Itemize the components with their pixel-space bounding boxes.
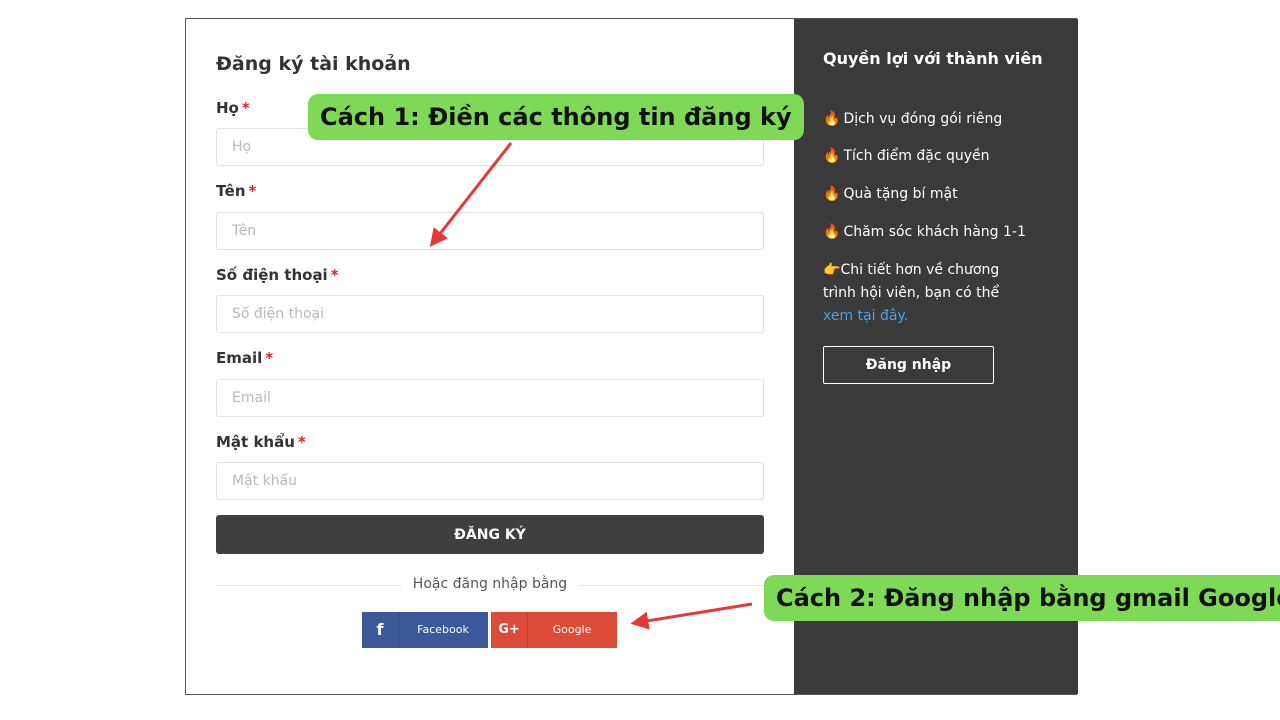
callout-method-2: Cách 2: Đăng nhập bằng gmail Google	[764, 575, 1280, 621]
callout-method-1: Cách 1: Điền các thông tin đăng ký	[308, 94, 804, 140]
arrow-to-google	[630, 602, 753, 630]
arrow-to-form	[429, 142, 513, 247]
